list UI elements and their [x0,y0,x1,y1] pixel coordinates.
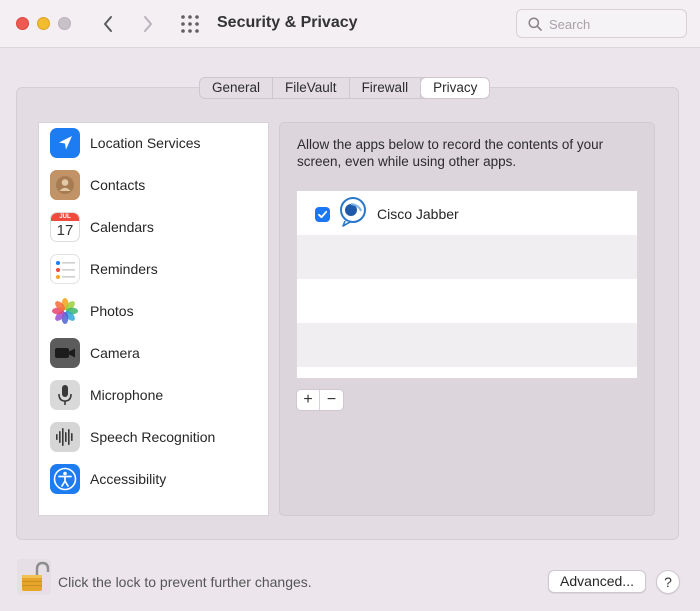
list-item-empty [297,235,637,279]
sidebar-item-location-services[interactable]: Location Services [39,123,268,163]
sidebar-item-photos[interactable]: Photos [39,291,268,331]
app-permission-list: Cisco Jabber [296,190,638,379]
permission-description: Allow the apps below to record the conte… [297,137,604,169]
location-arrow-icon [50,128,80,158]
app-name: Cisco Jabber [377,206,459,222]
tab-general[interactable]: General [200,78,274,98]
sidebar-item-contacts[interactable]: Contacts [39,165,268,205]
list-item[interactable]: Cisco Jabber [297,191,637,235]
show-all-grid-icon[interactable] [180,14,200,34]
reminders-icon [50,254,80,284]
help-button[interactable]: ? [656,570,680,594]
sidebar-item-label: Reminders [90,261,158,277]
sidebar-item-label: Speech Recognition [90,429,216,445]
app-permission-checkbox[interactable] [315,207,330,222]
tab-privacy[interactable]: Privacy [421,78,490,98]
sidebar-item-label: Accessibility [90,471,167,487]
search-icon [528,17,542,31]
privacy-category-list: Location Services Contacts JUL 17 Calend… [38,122,269,516]
add-remove-control: + − [296,389,344,411]
calendar-day-label: 17 [56,222,74,239]
sidebar-item-camera[interactable]: Camera [39,333,268,373]
microphone-icon [50,380,80,410]
sidebar-item-accessibility[interactable]: Accessibility [39,459,268,499]
zoom-window-button[interactable] [58,17,71,30]
sidebar-item-label: Contacts [90,177,146,193]
lock-icon[interactable] [17,559,51,595]
add-app-button[interactable]: + [297,390,320,410]
title-bar: Security & Privacy [0,0,700,48]
contacts-icon [50,170,80,200]
lock-status-text: Click the lock to prevent further change… [58,574,312,590]
cisco-jabber-icon [340,197,366,227]
chevron-left-icon [104,16,112,32]
advanced-button[interactable]: Advanced... [548,570,646,593]
accessibility-icon [50,464,80,494]
close-window-button[interactable] [16,17,29,30]
sidebar-item-label: Calendars [90,219,154,235]
sidebar-item-label: Microphone [90,387,164,403]
window-title: Security & Privacy [217,14,358,31]
sidebar-item-label: Photos [90,303,134,319]
sidebar-item-label: Location Services [90,135,201,151]
speech-waveform-icon [50,422,80,452]
sidebar-item-label: Camera [90,345,140,361]
tab-filevault[interactable]: FileVault [273,78,350,98]
sidebar-item-microphone[interactable]: Microphone [39,375,268,415]
tab-firewall[interactable]: Firewall [350,78,422,98]
back-button[interactable] [96,12,120,36]
minimize-window-button[interactable] [37,17,50,30]
sidebar-item-reminders[interactable]: Reminders [39,249,268,289]
camera-icon [50,338,80,368]
tab-bar: General FileVault Firewall Privacy [199,77,491,99]
calendar-icon: JUL 17 [50,212,80,242]
checkmark-icon [318,210,328,219]
search-input[interactable] [549,14,679,34]
photos-icon [50,296,80,326]
list-item-empty [297,279,637,323]
list-item-empty [297,323,637,367]
sidebar-item-speech-recognition[interactable]: Speech Recognition [39,417,268,457]
chevron-right-icon [144,16,152,32]
sidebar-item-calendars[interactable]: JUL 17 Calendars [39,207,268,247]
forward-button[interactable] [136,12,160,36]
calendar-month-label: JUL [51,213,79,221]
search-field[interactable] [516,9,687,38]
remove-app-button[interactable]: − [320,390,343,410]
